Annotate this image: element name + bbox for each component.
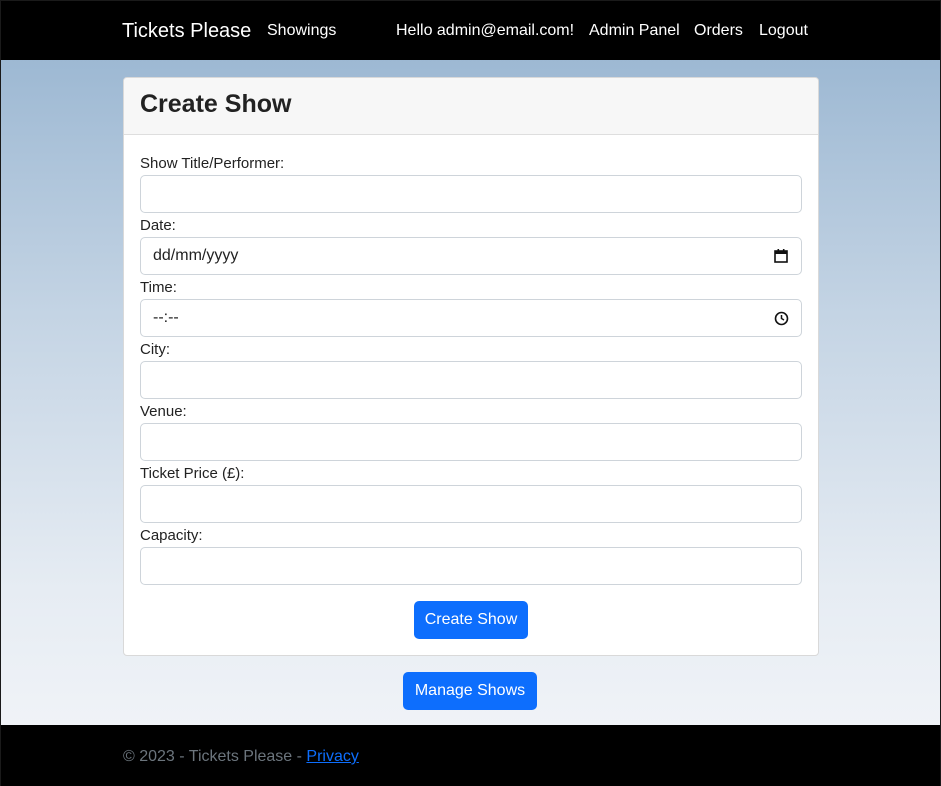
clock-icon[interactable] xyxy=(773,310,789,326)
nav-logout[interactable]: Logout xyxy=(759,22,808,40)
time-label: Time: xyxy=(140,279,177,296)
manage-shows-button[interactable]: Manage Shows xyxy=(403,672,537,710)
time-input[interactable]: --:-- xyxy=(140,299,802,337)
privacy-link[interactable]: Privacy xyxy=(306,748,358,765)
capacity-input[interactable] xyxy=(140,547,802,585)
ticket-price-label: Ticket Price (£): xyxy=(140,465,245,482)
ticket-price-input[interactable] xyxy=(140,485,802,523)
city-input[interactable] xyxy=(140,361,802,399)
show-title-input[interactable] xyxy=(140,175,802,213)
date-input[interactable]: dd/mm/yyyy xyxy=(140,237,802,275)
show-title-label: Show Title/Performer: xyxy=(140,155,285,172)
footer-text: © 2023 - Tickets Please - Privacy xyxy=(123,748,359,766)
footer: © 2023 - Tickets Please - Privacy xyxy=(1,725,940,786)
create-show-card: Create Show Show Title/Performer: Date: … xyxy=(123,77,819,656)
nav-showings[interactable]: Showings xyxy=(267,22,336,40)
date-label: Date: xyxy=(140,217,176,234)
footer-copyright: © 2023 - Tickets Please - xyxy=(123,748,307,765)
calendar-icon[interactable] xyxy=(773,248,789,264)
date-placeholder: dd/mm/yyyy xyxy=(153,247,239,264)
nav-admin-panel[interactable]: Admin Panel xyxy=(589,22,680,40)
nav-orders[interactable]: Orders xyxy=(694,22,743,40)
create-show-button[interactable]: Create Show xyxy=(414,601,528,639)
capacity-label: Capacity: xyxy=(140,527,203,544)
venue-input[interactable] xyxy=(140,423,802,461)
city-label: City: xyxy=(140,341,170,358)
page-title: Create Show xyxy=(140,90,292,118)
time-placeholder: --:-- xyxy=(153,309,179,326)
brand-link[interactable]: Tickets Please xyxy=(122,20,251,43)
card-header: Create Show xyxy=(124,78,818,135)
venue-label: Venue: xyxy=(140,403,187,420)
navbar: Tickets Please Showings Hello admin@emai… xyxy=(1,1,940,60)
nav-greeting[interactable]: Hello admin@email.com! xyxy=(396,22,574,40)
